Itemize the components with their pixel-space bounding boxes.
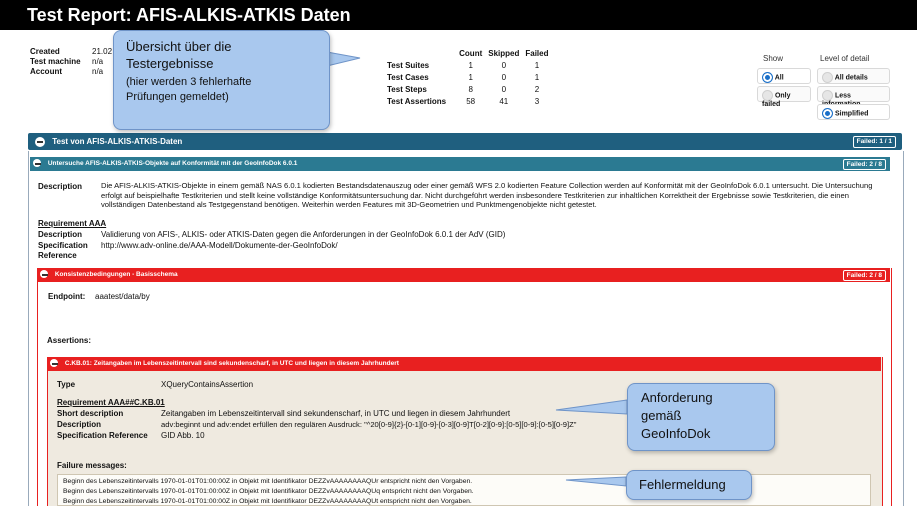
error-callout-label: Fehlermeldung [639,477,726,492]
requirement-callout-line1: Anforderung [641,390,713,405]
overview-callout-line1: Übersicht über die [126,39,232,54]
requirement-callout-pointer [555,399,628,415]
requirement-callout-line2: gemäß [641,408,682,423]
requirement-callout: Anforderung gemäß GeoInfoDok [627,383,775,451]
overview-callout-line4: Prüfungen gemeldet) [126,91,229,103]
overview-callout-pointer [326,51,361,67]
overview-callout-line3: (hier werden 3 fehlerhafte [126,76,252,88]
error-callout: Fehlermeldung [626,470,752,500]
overview-callout: Übersicht über die Testergebnisse (hier … [113,30,330,130]
requirement-callout-line3: GeoInfoDok [641,426,711,441]
error-callout-pointer [565,476,627,487]
overview-callout-line2: Testergebnisse [126,56,214,71]
